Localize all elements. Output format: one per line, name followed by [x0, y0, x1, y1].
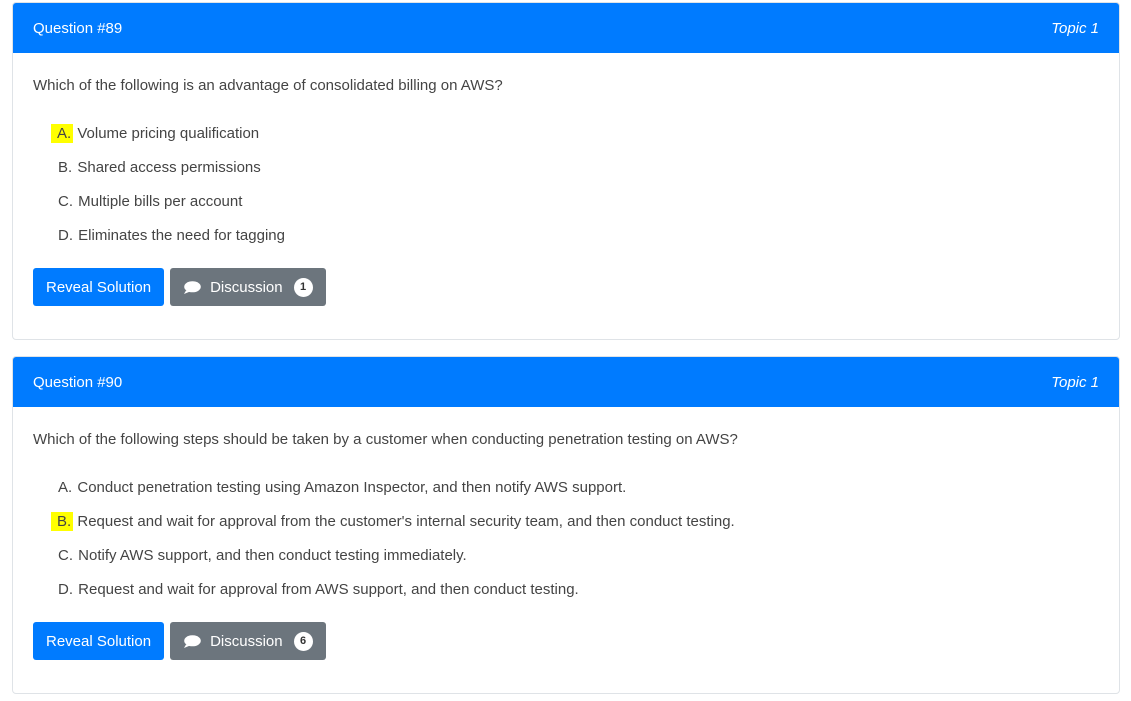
- question-card: Question #90 Topic 1 Which of the follow…: [12, 356, 1120, 694]
- choice-letter: A.: [51, 124, 74, 143]
- question-actions: Reveal Solution Discussion 1: [33, 268, 1099, 306]
- choice-item[interactable]: D. Request and wait for approval from AW…: [57, 577, 1099, 611]
- choice-text: Volume pricing qualification: [73, 125, 260, 142]
- choice-item[interactable]: D. Eliminates the need for tagging: [57, 223, 1099, 257]
- reveal-solution-button[interactable]: Reveal Solution: [33, 622, 165, 660]
- choice-text: Notify AWS support, and then conduct tes…: [74, 547, 467, 564]
- question-actions: Reveal Solution Discussion 6: [33, 622, 1099, 660]
- choice-letter: C.: [58, 193, 73, 210]
- question-topic: Topic 1: [1051, 19, 1099, 37]
- discussion-label: Discussion: [210, 278, 283, 296]
- discussion-count-badge: 6: [293, 631, 313, 651]
- question-card: Question #89 Topic 1 Which of the follow…: [12, 2, 1120, 340]
- choice-item[interactable]: B. Request and wait for approval from th…: [51, 509, 1099, 543]
- discussion-button[interactable]: Discussion 6: [170, 622, 326, 660]
- choice-item[interactable]: C. Notify AWS support, and then conduct …: [57, 543, 1099, 577]
- choice-text: Conduct penetration testing using Amazon…: [73, 479, 627, 496]
- choice-text: Multiple bills per account: [74, 193, 243, 210]
- choice-list: A. Volume pricing qualification B. Share…: [33, 121, 1099, 257]
- discussion-button[interactable]: Discussion 1: [170, 268, 326, 306]
- choice-item[interactable]: C. Multiple bills per account: [57, 189, 1099, 223]
- question-number: Question #90: [33, 373, 123, 391]
- choice-letter: B.: [51, 512, 74, 531]
- choice-text: Request and wait for approval from the c…: [73, 513, 735, 530]
- choice-item[interactable]: A. Volume pricing qualification: [51, 121, 1099, 155]
- choice-letter: C.: [58, 547, 73, 564]
- question-topic: Topic 1: [1051, 373, 1099, 391]
- question-body: Which of the following is an advantage o…: [13, 53, 1119, 306]
- question-header: Question #90 Topic 1: [13, 357, 1119, 407]
- discussion-label: Discussion: [210, 632, 283, 650]
- choice-text: Eliminates the need for tagging: [74, 227, 285, 244]
- choice-text: Request and wait for approval from AWS s…: [74, 581, 579, 598]
- choice-text: Shared access permissions: [73, 159, 261, 176]
- choice-item[interactable]: B. Shared access permissions: [57, 155, 1099, 189]
- choice-letter: A.: [58, 479, 73, 496]
- discussion-count-badge: 1: [293, 277, 313, 297]
- speech-bubble-icon: [184, 634, 201, 648]
- choice-letter: D.: [58, 227, 73, 244]
- question-number: Question #89: [33, 19, 123, 37]
- choice-item[interactable]: A. Conduct penetration testing using Ama…: [57, 475, 1099, 509]
- speech-bubble-icon: [184, 280, 201, 294]
- choice-list: A. Conduct penetration testing using Ama…: [33, 475, 1099, 611]
- choice-letter: B.: [58, 159, 73, 176]
- question-text: Which of the following is an advantage o…: [33, 77, 503, 94]
- reveal-solution-button[interactable]: Reveal Solution: [33, 268, 165, 306]
- question-body: Which of the following steps should be t…: [13, 407, 1119, 660]
- question-text: Which of the following steps should be t…: [33, 431, 738, 448]
- choice-letter: D.: [58, 581, 73, 598]
- question-header: Question #89 Topic 1: [13, 3, 1119, 53]
